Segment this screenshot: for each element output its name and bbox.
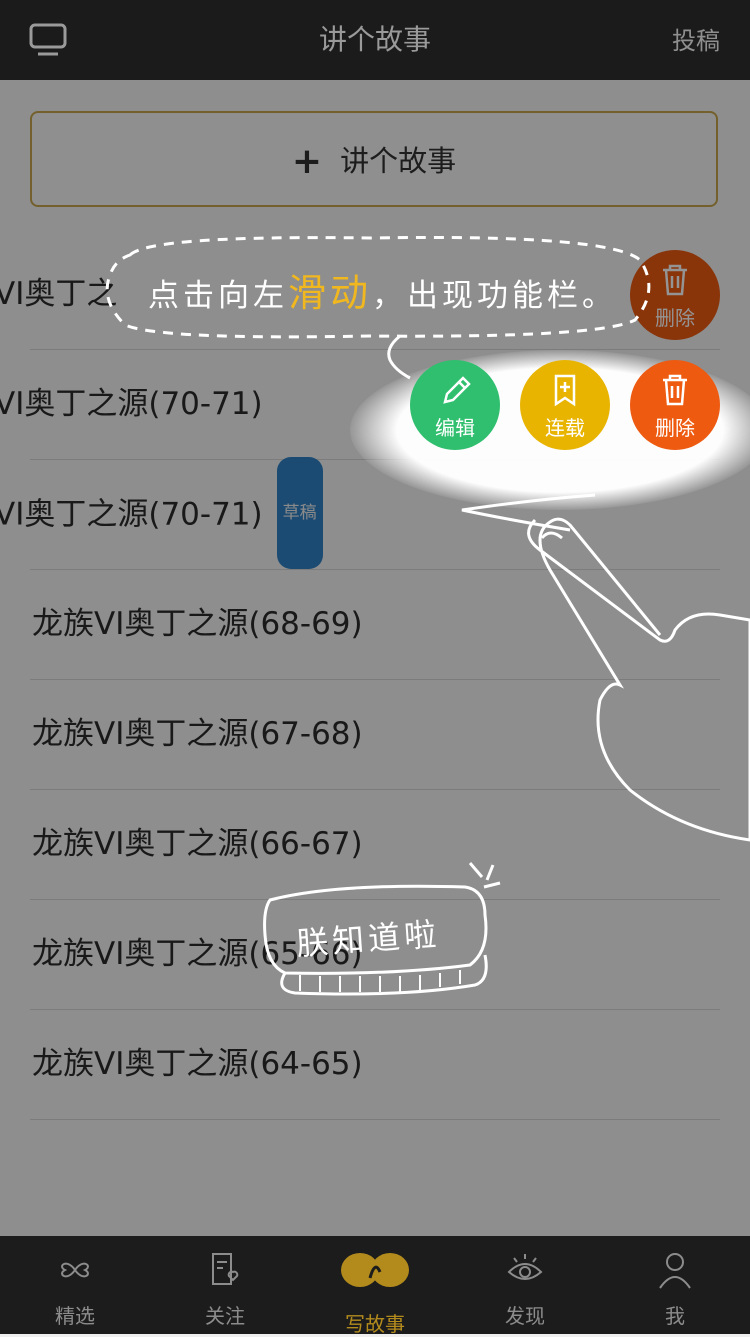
tab-write-story[interactable]: 写故事 — [300, 1236, 450, 1336]
nav-bar: 讲个故事 投稿 — [0, 0, 750, 80]
person-icon — [659, 1253, 691, 1289]
new-story-label: 讲个故事 — [340, 144, 457, 178]
tab-bar: 精选 关注 写故事 发现 我 — [0, 1236, 750, 1336]
serialize-label: 连载 — [545, 416, 585, 440]
story-title: 龙族VI奥丁之源(68-69) — [32, 606, 363, 642]
swipe-hand-illustration — [461, 493, 750, 842]
tab-me[interactable]: 我 — [600, 1236, 750, 1334]
list-item[interactable]: 龙族VI奥丁之源(64-65) — [0, 1010, 750, 1120]
write-story-icon — [341, 1253, 409, 1287]
divider — [30, 1119, 720, 1120]
tab-discover[interactable]: 发现 — [450, 1236, 600, 1334]
story-title: 龙族VI奥丁之源(64-65) — [32, 1046, 363, 1082]
edit-label: 编辑 — [435, 416, 475, 440]
delete-label: 删除 — [655, 416, 695, 440]
trash-icon — [663, 264, 687, 296]
tab-featured[interactable]: 精选 — [0, 1236, 150, 1334]
plus-icon: + — [291, 141, 323, 182]
story-title: VI奥丁之源(70-71) — [0, 496, 263, 533]
new-story-button[interactable]: + 讲个故事 — [30, 111, 718, 207]
story-title: 龙族VI奥丁之源(67-68) — [32, 716, 363, 752]
draft-badge: 草稿 — [276, 457, 323, 569]
page-title: 讲个故事 — [318, 23, 431, 56]
eye-icon — [507, 1254, 543, 1280]
trash-icon — [663, 374, 687, 406]
clover-icon — [61, 1262, 89, 1278]
tab-follow[interactable]: 关注 — [150, 1236, 300, 1334]
tutorial-text: 点击向左滑动，出现功能栏。 — [148, 271, 618, 315]
submit-button[interactable]: 投稿 — [672, 0, 720, 82]
heart-note-icon — [212, 1253, 239, 1285]
